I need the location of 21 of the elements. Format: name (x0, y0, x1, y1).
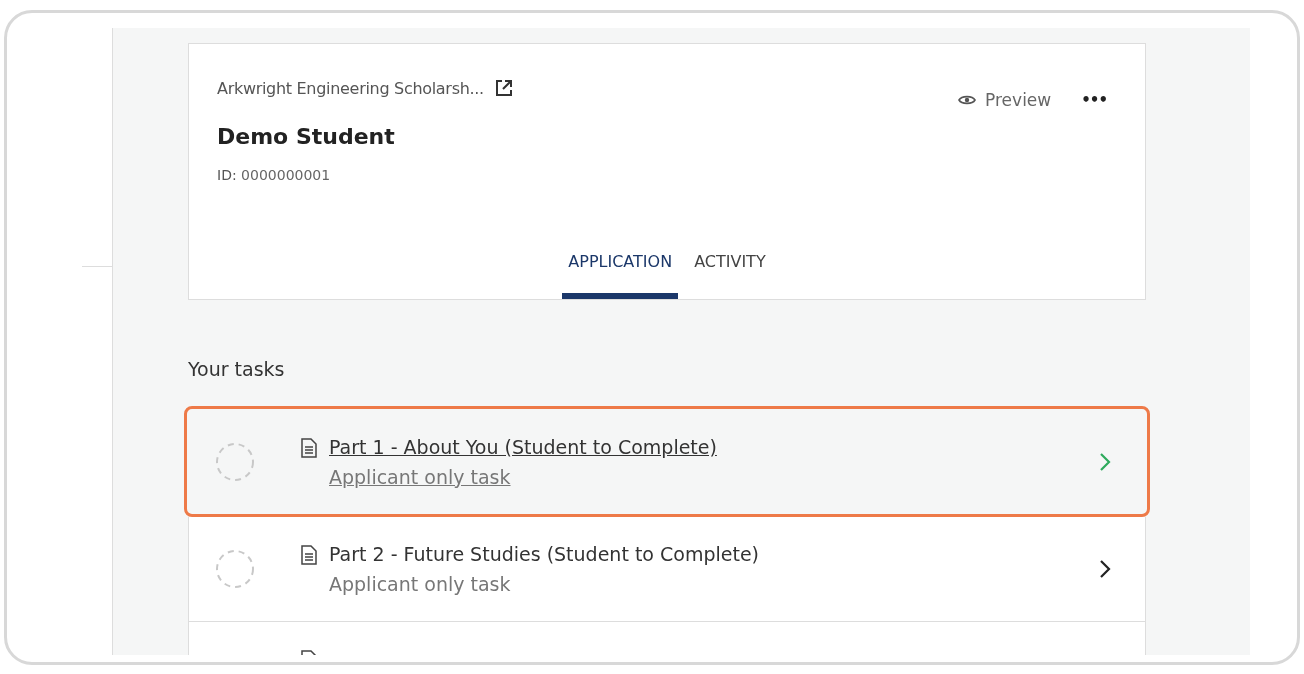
program-title: Arkwright Engineering Scholarsh... (217, 78, 484, 98)
section-heading: Your tasks (188, 358, 286, 382)
task-row[interactable]: Part 1 - About You (Student to Complete) Applicant only task (184, 406, 1150, 517)
task-subtitle: Applicant only task (329, 465, 512, 488)
student-id: ID: 0000000001 (217, 167, 332, 183)
tab[interactable]: ACTIVITY (688, 234, 772, 299)
more-options-button[interactable]: ••• (1081, 91, 1107, 109)
status-circle-icon (215, 549, 255, 589)
preview-button[interactable]: Preview (958, 90, 1052, 110)
tab[interactable]: APPLICATION (562, 234, 679, 299)
task-row[interactable]: Part 2 - Future Studies (Student to Complete) Applicant only task (188, 517, 1146, 622)
task-title[interactable]: Part 2 - Future Studies (Student to Complete) (329, 543, 1099, 565)
student-name: Demo Student (217, 124, 396, 149)
status-circle-icon (215, 441, 255, 482)
document-icon (301, 437, 317, 458)
eye-icon (958, 94, 977, 106)
chevron-right-icon[interactable] (1099, 559, 1111, 579)
task-title[interactable]: Part 1 - About You (Student to Complete) (329, 435, 1099, 458)
document-icon (301, 545, 317, 565)
external-link-icon[interactable] (493, 78, 514, 98)
task-subtitle: Applicant only task (329, 573, 512, 595)
